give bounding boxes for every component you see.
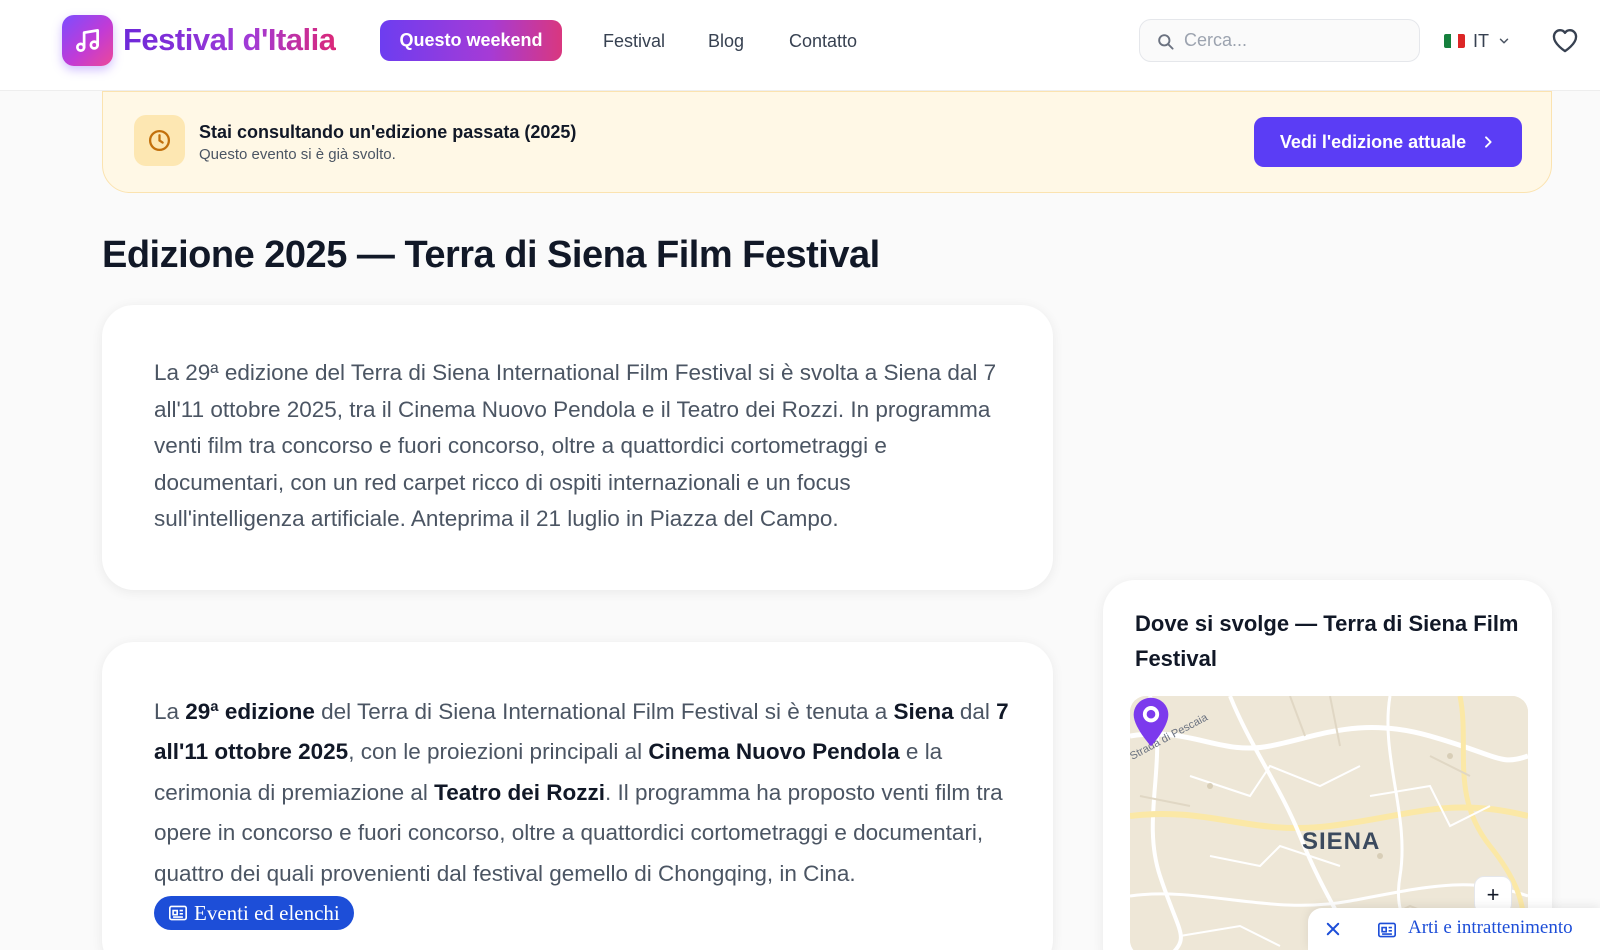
chevron-down-icon — [1499, 38, 1509, 44]
language-selector[interactable]: IT — [1444, 28, 1511, 54]
clock-icon — [148, 129, 171, 152]
search-input[interactable] — [1184, 20, 1409, 61]
details-card: La 29ª edizione del Terra di Siena Inter… — [102, 642, 1053, 950]
past-edition-banner: Stai consultando un'edizione passata (20… — [102, 91, 1552, 193]
details-fragment: dal — [953, 699, 997, 724]
events-lists-tag[interactable]: Eventi ed elenchi — [154, 896, 354, 931]
newspaper-icon — [169, 905, 187, 921]
newspaper-icon — [1378, 922, 1396, 938]
details-fragment: del Terra di Siena International Film Fe… — [314, 699, 894, 724]
italy-flag-icon — [1444, 34, 1465, 48]
music-note-icon — [76, 29, 99, 52]
site-header: Festival d'Italia Questo weekend Festiva… — [0, 0, 1600, 91]
page-title: Edizione 2025 — Terra di Siena Film Fest… — [102, 234, 880, 276]
chevron-right-icon — [1485, 136, 1492, 148]
events-lists-label: Eventi ed elenchi — [194, 900, 340, 925]
nav-festival[interactable]: Festival — [603, 31, 665, 52]
search-box[interactable] — [1139, 19, 1420, 62]
language-code: IT — [1473, 30, 1489, 51]
nav-contact[interactable]: Contatto — [789, 31, 857, 52]
location-title: Dove si svolge — Terra di Siena Film Fes… — [1135, 611, 1519, 671]
details-fragment: La — [154, 699, 186, 724]
category-chip: Arti e intrattenimento — [1308, 908, 1600, 950]
category-chip-label[interactable]: Arti e intrattenimento — [1408, 917, 1573, 939]
details-highlight: Siena — [893, 699, 954, 724]
details-highlight: Teatro dei Rozzi — [434, 779, 605, 805]
brand-name[interactable]: Festival d'Italia — [123, 22, 336, 58]
details-text: La 29ª edizione del Terra di Siena Inter… — [154, 692, 1014, 934]
summary-text: La 29ª edizione del Terra di Siena Inter… — [154, 360, 997, 531]
map-city-label: SIENA — [1302, 828, 1381, 855]
clock-badge — [134, 115, 185, 166]
logo-mark[interactable] — [62, 15, 113, 66]
close-icon[interactable] — [1324, 920, 1342, 938]
banner-subtitle: Questo evento si è già svolto. — [199, 146, 396, 163]
details-highlight: Cinema Nuovo Pendola — [648, 739, 900, 765]
map-pin-icon[interactable] — [1130, 696, 1172, 748]
search-icon — [1158, 34, 1174, 50]
banner-title: Stai consultando un'edizione passata (20… — [199, 122, 577, 142]
details-highlight: 29ª edizione — [185, 699, 315, 724]
nav-this-weekend[interactable]: Questo weekend — [380, 20, 562, 61]
location-card: Dove si svolge — Terra di Siena Film Fes… — [1103, 580, 1552, 950]
nav-blog[interactable]: Blog — [708, 31, 744, 52]
details-fragment: , con le proiezioni principali al — [348, 739, 649, 765]
current-edition-button[interactable]: Vedi l'edizione attuale — [1254, 117, 1522, 167]
current-edition-label: Vedi l'edizione attuale — [1279, 131, 1467, 152]
summary-card: La 29ª edizione del Terra di Siena Inter… — [102, 305, 1053, 590]
heart-icon[interactable] — [1551, 27, 1579, 53]
